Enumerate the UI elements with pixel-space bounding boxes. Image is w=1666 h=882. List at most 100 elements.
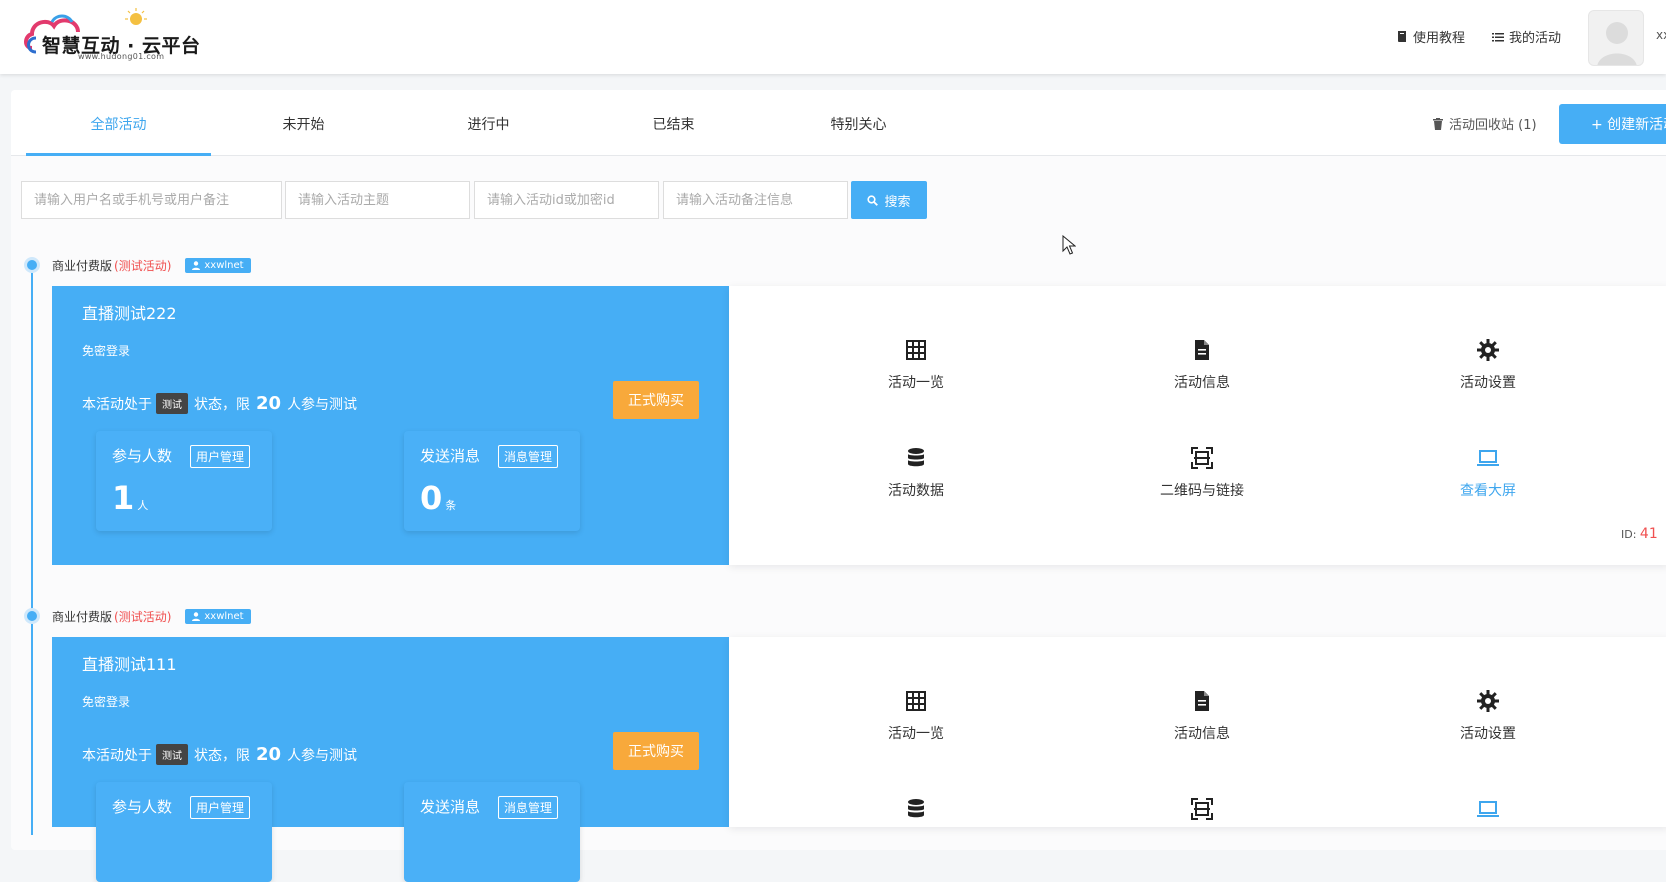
participants-label: 参与人数 [112,798,173,816]
messages-stat: 发送消息 消息管理 [404,782,580,882]
participants-value: 1 人 [112,479,148,517]
user-name[interactable]: xx [1656,28,1666,42]
action-data[interactable]: 活动数据 [851,446,981,500]
action-settings[interactable]: 活动设置 [1423,338,1553,392]
action-label: 活动信息 [1174,375,1230,391]
action-label: 活动一览 [888,375,944,391]
action-qrcode[interactable]: 二维码与链接 [1137,446,1267,500]
tutorial-link-label: 使用教程 [1413,31,1466,46]
list-icon [1492,32,1504,41]
database-icon [908,448,924,467]
recycle-bin-label: 活动回收站 (1) [1449,118,1537,133]
messages-label: 发送消息 [420,798,481,816]
owner-badge[interactable]: xxwlnet [185,609,251,624]
scan-icon [1191,447,1213,469]
tab-not-started[interactable]: 未开始 [211,114,396,134]
action-info[interactable]: 活动信息 [1137,689,1267,743]
search-button-label: 搜索 [884,194,911,210]
topic-search-input[interactable] [285,181,470,219]
test-activity-tag: (测试活动) [114,259,172,273]
timeline-line [31,265,33,835]
status-mid: 状态，限 [194,396,250,413]
grid-icon [906,340,926,360]
participants-unit: 人 [137,499,149,512]
action-settings[interactable]: 活动设置 [1423,689,1553,743]
trash-icon [1433,117,1443,130]
action-label: 活动数据 [888,483,944,499]
search-icon [867,194,879,206]
database-icon [908,799,924,818]
top-header: 智慧互动 · 云平台 www.hudong01.com 使用教程 我的活动 xx [0,0,1666,74]
tutorial-link[interactable]: 使用教程 [1396,27,1465,46]
logo[interactable]: 智慧互动 · 云平台 www.hudong01.com [22,8,200,61]
messages-unit: 条 [445,499,457,512]
login-mode: 免密登录 [82,344,131,358]
tab-in-progress[interactable]: 进行中 [396,114,581,134]
laptop-icon [1477,801,1499,817]
action-label: 活动一览 [888,726,944,742]
activity-meta: 商业付费版 (测试活动) xxwlnet [52,608,251,625]
purchase-button[interactable]: 正式购买 [613,732,699,770]
action-qrcode[interactable] [1137,797,1267,831]
status-chip: 测试 [156,393,188,414]
owner-name: xxwlnet [204,611,244,622]
action-big-screen[interactable] [1423,797,1553,831]
action-big-screen[interactable]: 查看大屏 [1423,446,1553,500]
action-overview[interactable]: 活动一览 [851,338,981,392]
status-prefix: 本活动处于 [82,747,152,764]
activity-card-summary: 直播测试111 免密登录 本活动处于 测试 状态，限 20 人参与测试 正式购买… [52,637,729,882]
mouse-cursor-icon [1062,235,1076,255]
message-management-button[interactable]: 消息管理 [498,445,559,468]
user-management-button[interactable]: 用户管理 [190,445,251,468]
action-label: 活动设置 [1460,726,1516,742]
activity-card-actions: 活动一览 活动信息 活动设置 [729,637,1666,827]
tab-ended[interactable]: 已结束 [581,114,766,134]
purchase-button[interactable]: 正式购买 [613,381,699,419]
user-silhouette-icon [1597,22,1637,65]
user-icon [192,261,201,270]
edition-label: 商业付费版 [52,610,113,624]
owner-badge[interactable]: xxwlnet [185,258,251,273]
activity-title[interactable]: 直播测试111 [82,651,177,675]
activity-card-summary: 直播测试222 免密登录 本活动处于 测试 状态，限 20 人参与测试 正式购买… [52,286,729,565]
owner-name: xxwlnet [204,260,244,271]
tab-favorites[interactable]: 特别关心 [766,114,951,134]
action-info[interactable]: 活动信息 [1137,338,1267,392]
status-mid: 状态，限 [194,747,250,764]
action-overview[interactable]: 活动一览 [851,689,981,743]
create-activity-button[interactable]: + 创建新活动 [1559,104,1666,144]
action-data[interactable] [851,797,981,831]
participants-stat: 参与人数 用户管理 [96,782,272,882]
id-value: 41 [1639,526,1658,542]
edition-label: 商业付费版 [52,259,113,273]
my-activities-link-label: 我的活动 [1509,31,1562,46]
user-management-button[interactable]: 用户管理 [190,796,251,819]
activity-status: 本活动处于 测试 状态，限 20 人参与测试 [82,393,357,414]
avatar[interactable] [1588,10,1644,66]
messages-count: 0 [420,479,443,517]
laptop-icon [1477,450,1499,466]
timeline-dot [24,257,40,273]
login-mode: 免密登录 [82,695,131,709]
gear-icon [1477,690,1499,712]
status-prefix: 本活动处于 [82,396,152,413]
status-suffix: 人参与测试 [287,396,358,413]
participants-label: 参与人数 [112,447,173,465]
recycle-bin-link[interactable]: 活动回收站 (1) [1433,114,1537,133]
search-button[interactable]: 搜索 [851,181,927,219]
participant-limit: 20 [256,744,282,765]
document-icon [1195,340,1209,360]
grid-icon [906,691,926,711]
id-search-input[interactable] [474,181,659,219]
document-icon [1195,691,1209,711]
participant-limit: 20 [256,393,282,414]
activity-title[interactable]: 直播测试222 [82,300,177,324]
status-chip: 测试 [156,744,188,765]
note-search-input[interactable] [663,181,848,219]
message-management-button[interactable]: 消息管理 [498,796,559,819]
activity-id: ID: 41 [1621,526,1658,542]
my-activities-link[interactable]: 我的活动 [1492,27,1561,46]
user-search-input[interactable] [21,181,282,219]
activity-status: 本活动处于 测试 状态，限 20 人参与测试 [82,744,357,765]
tab-all[interactable]: 全部活动 [26,114,211,134]
